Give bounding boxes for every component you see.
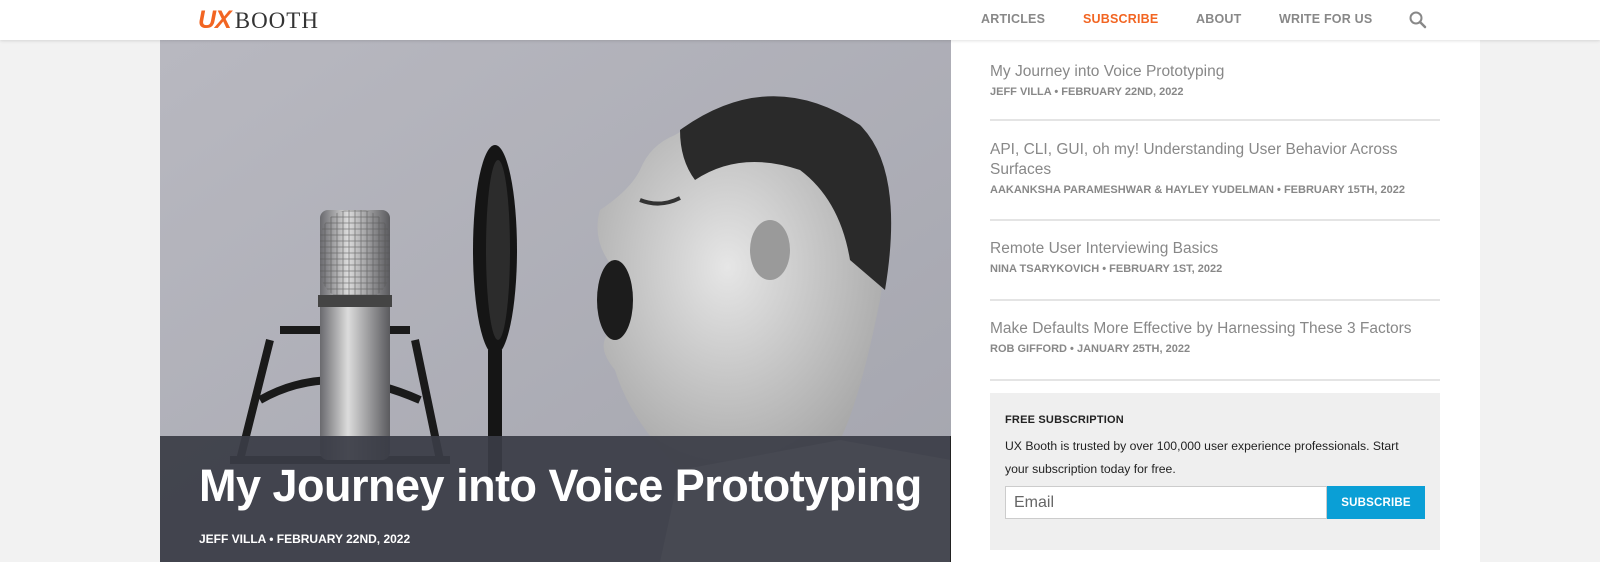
logo-booth-text: BOOTH xyxy=(234,8,319,33)
email-input[interactable] xyxy=(1005,486,1327,519)
sidebar-article-meta: AAKANKSHA PARAMESHWAR & HAYLEY YUDELMAN … xyxy=(990,184,1405,196)
subscription-text: UX Booth is trusted by over 100,000 user… xyxy=(1005,439,1399,476)
site-logo[interactable]: UX BOOTH xyxy=(198,6,319,34)
sidebar-article-meta: JEFF VILLA • FEBRUARY 22ND, 2022 xyxy=(990,86,1184,98)
nav-about[interactable]: ABOUT xyxy=(1196,12,1241,26)
sidebar-article-title[interactable]: API, CLI, GUI, oh my! Understanding User… xyxy=(990,140,1440,180)
sidebar-article: Remote User Interviewing Basics NINA TSA… xyxy=(990,239,1440,301)
hero-meta: JEFF VILLA • FEBRUARY 22ND, 2022 xyxy=(199,532,411,546)
subscription-box: FREE SUBSCRIPTION UX Booth is trusted by… xyxy=(990,393,1440,550)
sidebar-article-meta: NINA TSARYKOVICH • FEBRUARY 1ST, 2022 xyxy=(990,263,1223,275)
subscription-heading: FREE SUBSCRIPTION xyxy=(1005,414,1124,426)
nav-write-for-us[interactable]: WRITE FOR US xyxy=(1279,12,1372,26)
sidebar-article-title[interactable]: My Journey into Voice Prototyping xyxy=(990,62,1440,82)
hero-caption: My Journey into Voice Prototyping JEFF V… xyxy=(160,436,951,562)
search-icon[interactable] xyxy=(1408,10,1428,30)
logo-ux-text: UX xyxy=(198,6,232,34)
site-header: UX BOOTH ARTICLES SUBSCRIBE ABOUT WRITE … xyxy=(0,0,1600,40)
sidebar-article: My Journey into Voice Prototyping JEFF V… xyxy=(990,62,1440,121)
hero-article[interactable]: My Journey into Voice Prototyping JEFF V… xyxy=(160,40,951,562)
nav-subscribe[interactable]: SUBSCRIBE xyxy=(1083,12,1158,26)
subscribe-button[interactable]: SUBSCRIBE xyxy=(1327,486,1425,519)
sidebar-article: Make Defaults More Effective by Harnessi… xyxy=(990,319,1440,381)
sidebar-article-title[interactable]: Remote User Interviewing Basics xyxy=(990,239,1440,259)
sidebar-article-meta: ROB GIFFORD • JANUARY 25TH, 2022 xyxy=(990,343,1191,355)
sidebar-article-title[interactable]: Make Defaults More Effective by Harnessi… xyxy=(990,319,1440,339)
sidebar-article: API, CLI, GUI, oh my! Understanding User… xyxy=(990,140,1440,221)
hero-title[interactable]: My Journey into Voice Prototyping xyxy=(199,460,922,512)
nav-articles[interactable]: ARTICLES xyxy=(981,12,1045,26)
